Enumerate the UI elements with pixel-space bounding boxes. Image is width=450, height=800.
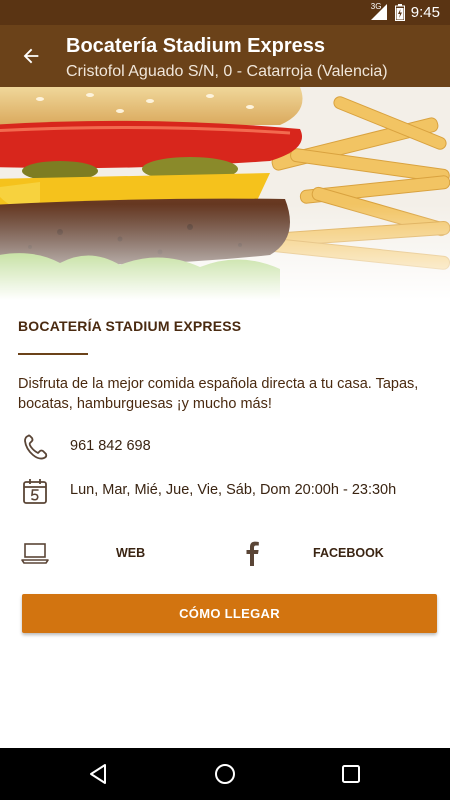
recents-square-icon[interactable] <box>338 761 364 787</box>
facebook-link[interactable]: FACEBOOK <box>236 536 436 570</box>
phone-number: 961 842 698 <box>70 438 151 454</box>
business-name: BOCATERÍA STADIUM EXPRESS <box>18 318 242 334</box>
page-subtitle: Cristofol Aguado S/N, 0 - Catarroja (Val… <box>66 63 388 80</box>
system-nav-bar <box>0 748 450 800</box>
hero-image <box>0 87 450 300</box>
network-type: 3G <box>370 2 382 11</box>
calendar-icon <box>23 479 47 504</box>
page-title: Bocatería Stadium Express <box>66 35 325 57</box>
title-divider <box>18 353 88 355</box>
phone-row[interactable]: 961 842 698 <box>0 432 450 462</box>
status-time: 9:45 <box>410 3 440 21</box>
hours-row: Lun, Mar, Mié, Jue, Vie, Sáb, Dom 20:00h… <box>0 476 450 506</box>
home-circle-icon[interactable] <box>212 761 238 787</box>
facebook-label: FACEBOOK <box>313 546 384 560</box>
back-button[interactable] <box>14 39 48 73</box>
status-icons: 3G 9:45 <box>369 2 440 21</box>
links-row: WEB FACEBOOK <box>0 536 450 570</box>
status-bar: 3G 9:45 <box>0 0 450 25</box>
battery-icon <box>394 3 405 21</box>
web-label: WEB <box>116 546 146 560</box>
app-toolbar: Bocatería Stadium Express Cristofol Agua… <box>0 25 450 87</box>
signal-icon: 3G <box>369 2 389 21</box>
laptop-icon <box>21 543 49 564</box>
web-link[interactable]: WEB <box>18 536 198 570</box>
business-description: Disfruta de la mejor comida española dir… <box>18 376 419 412</box>
opening-hours: Lun, Mar, Mié, Jue, Vie, Sáb, Dom 20:00h… <box>70 482 397 498</box>
facebook-icon <box>246 541 259 566</box>
back-triangle-icon[interactable] <box>86 761 112 787</box>
phone-icon <box>24 434 48 460</box>
directions-button[interactable]: CÓMO LLEGAR <box>22 594 437 633</box>
arrow-back-icon <box>23 48 39 64</box>
